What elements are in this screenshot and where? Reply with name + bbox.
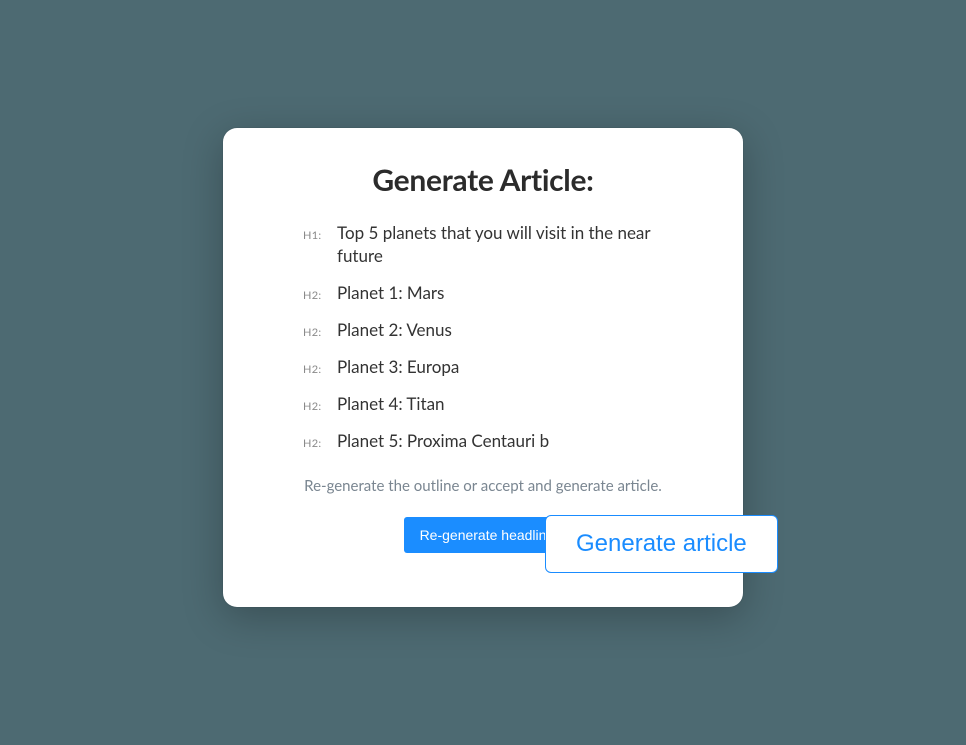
action-bar: Re-generate headlin Generate article — [265, 515, 701, 579]
generate-article-button[interactable]: Generate article — [545, 515, 778, 573]
outline-level-label: H2: — [303, 437, 327, 450]
regenerate-headlines-button[interactable]: Re-generate headlin — [404, 517, 563, 553]
outline-row: H2: Planet 1: Mars — [303, 282, 691, 305]
outline-text: Top 5 planets that you will visit in the… — [337, 222, 691, 268]
generate-article-modal: Generate Article: H1: Top 5 planets that… — [223, 128, 743, 607]
outline-row: H1: Top 5 planets that you will visit in… — [303, 222, 691, 268]
outline-level-label: H2: — [303, 289, 327, 302]
outline-level-label: H1: — [303, 229, 327, 242]
outline-row: H2: Planet 2: Venus — [303, 319, 691, 342]
outline-level-label: H2: — [303, 326, 327, 339]
outline-text: Planet 4: Titan — [337, 393, 445, 416]
outline-text: Planet 1: Mars — [337, 282, 444, 305]
outline-level-label: H2: — [303, 363, 327, 376]
outline-row: H2: Planet 3: Europa — [303, 356, 691, 379]
modal-title: Generate Article: — [265, 162, 701, 198]
hint-text: Re-generate the outline or accept and ge… — [265, 477, 701, 495]
outline-list: H1: Top 5 planets that you will visit in… — [303, 222, 691, 453]
outline-text: Planet 2: Venus — [337, 319, 452, 342]
outline-row: H2: Planet 4: Titan — [303, 393, 691, 416]
outline-text: Planet 3: Europa — [337, 356, 459, 379]
outline-level-label: H2: — [303, 400, 327, 413]
outline-row: H2: Planet 5: Proxima Centauri b — [303, 430, 691, 453]
outline-text: Planet 5: Proxima Centauri b — [337, 430, 549, 453]
